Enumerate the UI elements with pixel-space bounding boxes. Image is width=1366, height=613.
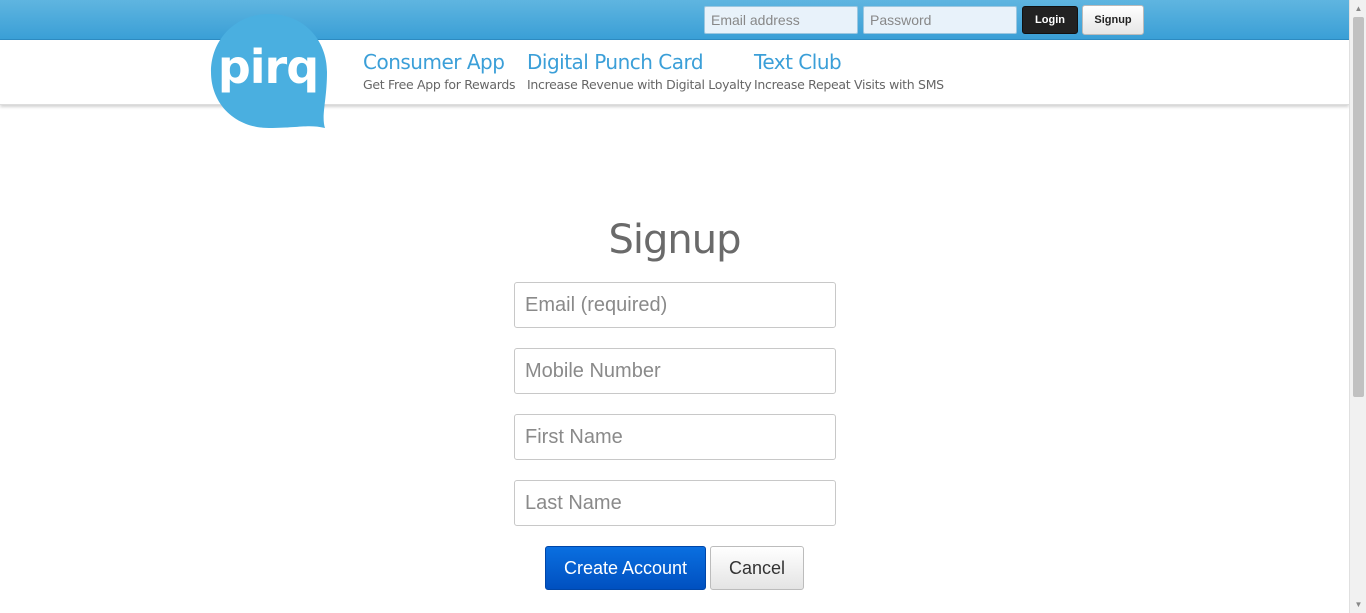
cancel-button[interactable]: Cancel <box>710 546 804 590</box>
nav-item-title: Consumer App <box>363 50 505 74</box>
header-email-input[interactable] <box>704 6 858 34</box>
top-login-bar: Login Signup <box>0 0 1349 40</box>
nav-item-text-club[interactable]: Text Club Increase Repeat Visits with SM… <box>754 50 944 92</box>
nav-item-subtitle: Increase Revenue with Digital Loyalty <box>527 77 752 92</box>
create-account-button[interactable]: Create Account <box>545 546 706 590</box>
last-name-field[interactable] <box>514 480 836 526</box>
nav-item-subtitle: Get Free App for Rewards <box>363 77 516 92</box>
scrollbar-thumb[interactable] <box>1353 17 1364 397</box>
first-name-field[interactable] <box>514 414 836 460</box>
vertical-scrollbar[interactable]: ▲ ▼ <box>1349 0 1366 613</box>
nav-item-title: Digital Punch Card <box>527 50 704 74</box>
login-button[interactable]: Login <box>1022 6 1078 34</box>
nav-item-title: Text Club <box>754 50 842 74</box>
mobile-number-field[interactable] <box>514 348 836 394</box>
nav-item-consumer-app[interactable]: Consumer App Get Free App for Rewards <box>363 50 515 92</box>
email-field[interactable] <box>514 282 836 328</box>
header-password-input[interactable] <box>863 6 1017 34</box>
nav-item-subtitle: Increase Repeat Visits with SMS <box>754 77 944 92</box>
logo-text: pirq <box>217 40 319 94</box>
scroll-down-arrow-icon[interactable]: ▼ <box>1350 596 1366 613</box>
nav-item-digital-punch-card[interactable]: Digital Punch Card Increase Revenue with… <box>527 50 752 92</box>
header-signup-button[interactable]: Signup <box>1082 5 1144 35</box>
pirq-logo[interactable]: pirq <box>209 12 329 130</box>
page-title: Signup <box>608 217 742 263</box>
scroll-up-arrow-icon[interactable]: ▲ <box>1350 0 1366 17</box>
